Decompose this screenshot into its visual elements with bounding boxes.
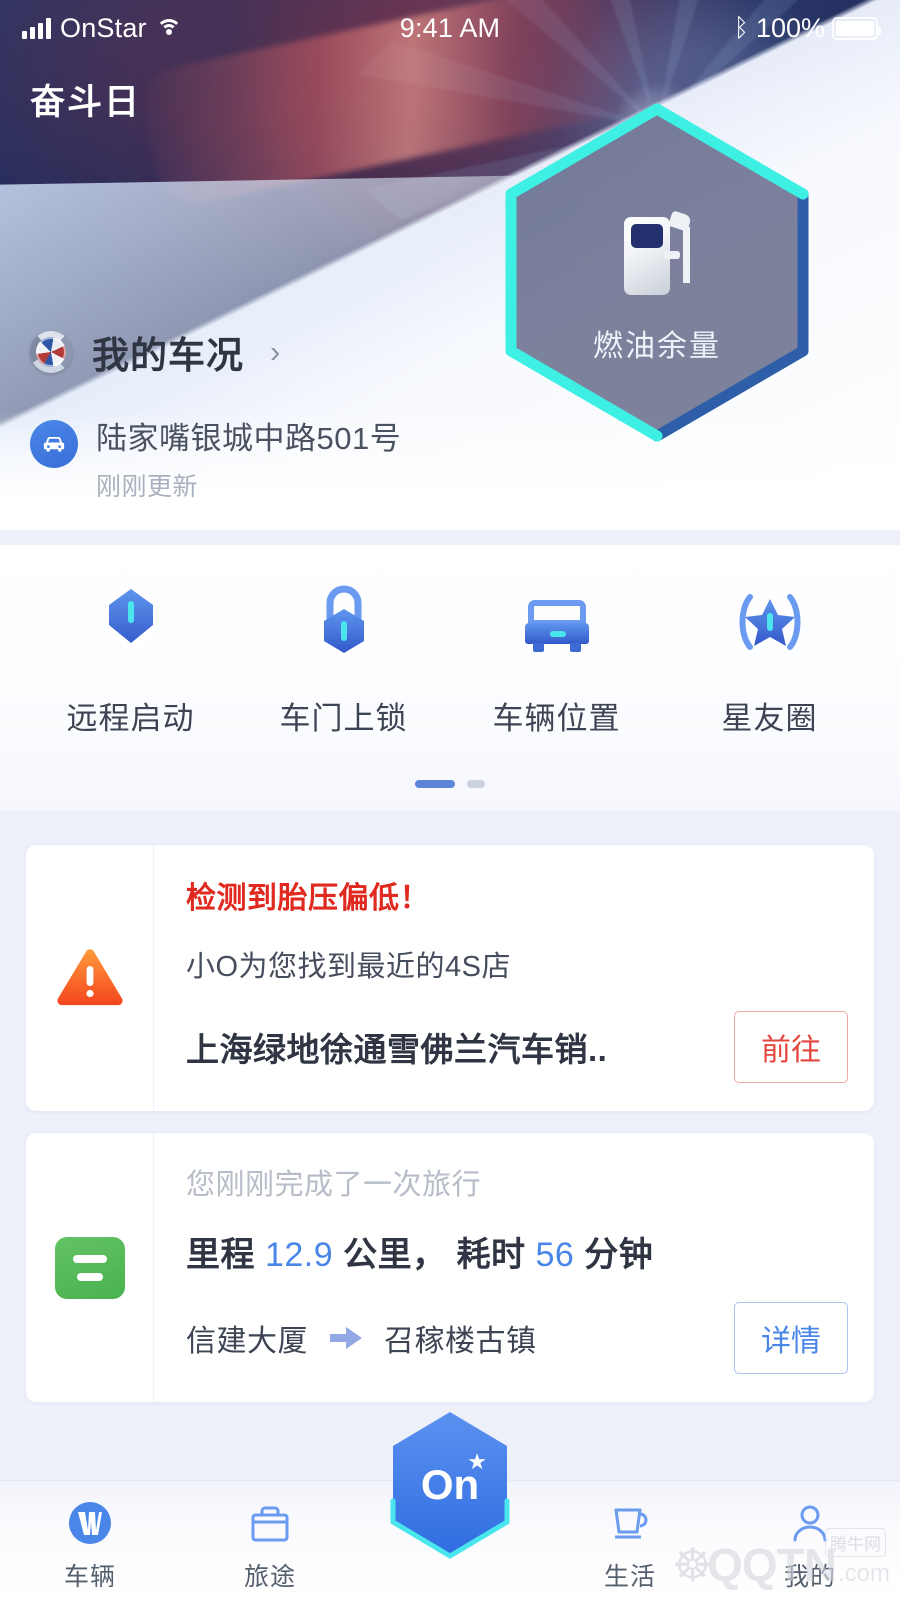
trip-card-body: 您刚刚完成了一次旅行 里程 12.9 公里， 耗时 56 分钟 信建大厦 召稼楼…	[154, 1133, 874, 1402]
alert-title: 检测到胎压偏低！	[186, 882, 430, 915]
watermark: ☸ QQTN .com 腾牛网	[672, 1528, 890, 1591]
trip-origin: 信建大厦	[186, 1325, 308, 1358]
tab-vehicle[interactable]: 车辆	[0, 1481, 180, 1593]
page-indicator[interactable]	[0, 780, 900, 788]
distance-value: 12.9	[264, 1236, 334, 1274]
tab-trips[interactable]: 旅途	[180, 1481, 360, 1593]
vehicle-location-row[interactable]: 陆家嘴银城中路501号 刚刚更新	[30, 420, 401, 503]
chevron-right-icon: ›	[270, 334, 281, 369]
card-list: 检测到胎压偏低！ 小O为您找到最近的4S店 上海绿地徐通雪佛兰汽车销.. 前往 …	[0, 845, 900, 1424]
page-title: 奋斗日	[30, 83, 142, 122]
navigate-button[interactable]: 前往	[734, 1011, 848, 1083]
remote-start-icon	[36, 575, 226, 671]
warning-triangle-icon	[54, 946, 126, 1010]
clock-label: 9:41 AM	[399, 12, 501, 43]
page-dot-active[interactable]	[415, 780, 455, 788]
onstar-hex-icon[interactable]: On ★	[387, 1409, 513, 1559]
tab-label: 旅途	[243, 1563, 296, 1591]
quick-action-label: 车门上锁	[279, 701, 408, 736]
trip-subtitle: 您刚刚完成了一次旅行	[186, 1169, 482, 1201]
vehicle-status-label: 我的车况	[92, 335, 244, 376]
trip-destination: 召稼楼古镇	[384, 1325, 537, 1358]
trip-list-icon	[54, 1236, 125, 1299]
arrow-right-icon	[328, 1325, 364, 1351]
page-dot-inactive[interactable]	[467, 780, 485, 788]
trip-route: 信建大厦 召稼楼古镇	[186, 1316, 734, 1360]
star-icon: ★	[467, 1449, 487, 1474]
watermark-badge: 腾牛网	[825, 1528, 886, 1557]
duration-value: 56	[535, 1236, 575, 1274]
watermark-text: QQTN	[707, 1539, 837, 1591]
quick-action-label: 远程启动	[66, 701, 195, 736]
buick-logo-icon	[30, 331, 72, 373]
vehicle-updated-label: 刚刚更新	[96, 473, 199, 502]
trip-stats: 里程 12.9 公里， 耗时 56 分钟	[186, 1227, 848, 1276]
tab-onstar-center[interactable]: On ★	[360, 1412, 540, 1559]
app-screen: OnStar 9:41 AM ᛒ 100% 奋斗日 燃油余量 我的车况 › 陆家…	[0, 0, 900, 1600]
star-circle-icon	[675, 575, 865, 671]
door-lock-icon	[249, 575, 439, 671]
status-bar: OnStar 9:41 AM ᛒ 100%	[0, 0, 900, 56]
trip-summary-card[interactable]: 您刚刚完成了一次旅行 里程 12.9 公里， 耗时 56 分钟 信建大厦 召稼楼…	[26, 1133, 874, 1402]
vehicle-address: 陆家嘴银城中路501号	[96, 421, 402, 456]
fuel-gauge-label: 燃油余量	[593, 330, 721, 363]
duration-unit: 分钟	[584, 1236, 654, 1274]
battery-icon	[832, 16, 881, 40]
alert-icon-column	[26, 845, 154, 1111]
fuel-gauge[interactable]: 燃油余量	[497, 95, 817, 450]
quick-action-label: 车辆位置	[492, 701, 621, 736]
vehicle-location-icon	[462, 575, 652, 671]
bag-tab-icon	[180, 1495, 360, 1551]
distance-label: 里程	[186, 1236, 255, 1274]
tire-pressure-alert-card[interactable]: 检测到胎压偏低！ 小O为您找到最近的4S店 上海绿地徐通雪佛兰汽车销.. 前往	[26, 845, 874, 1111]
watermark-suffix: .com	[837, 1560, 890, 1587]
tab-label: 车辆	[63, 1563, 116, 1591]
quick-actions: 远程启动 车门上锁 车辆位置 星友圈	[0, 545, 900, 810]
trip-detail-button[interactable]: 详情	[734, 1302, 848, 1374]
trip-icon-column	[26, 1133, 154, 1402]
car-location-icon	[30, 420, 78, 468]
quick-action-label: 星友圈	[721, 701, 818, 736]
quick-action-star-circle[interactable]: 星友圈	[675, 575, 865, 738]
quick-action-door-lock[interactable]: 车门上锁	[249, 575, 439, 738]
onstar-label: On	[420, 1461, 480, 1508]
dealer-name: 上海绿地徐通雪佛兰汽车销..	[186, 1031, 608, 1068]
distance-unit: 公里，	[343, 1236, 447, 1274]
quick-action-vehicle-location[interactable]: 车辆位置	[462, 575, 652, 738]
vehicle-tab-icon	[0, 1495, 180, 1551]
fuel-pump-icon	[624, 203, 692, 295]
duration-label: 耗时	[456, 1236, 526, 1274]
alert-card-body: 检测到胎压偏低！ 小O为您找到最近的4S店 上海绿地徐通雪佛兰汽车销.. 前往	[154, 845, 874, 1111]
vehicle-status-row[interactable]: 我的车况 ›	[30, 325, 280, 379]
quick-action-remote-start[interactable]: 远程启动	[36, 575, 226, 738]
alert-subtitle: 小O为您找到最近的4S店	[186, 951, 512, 983]
